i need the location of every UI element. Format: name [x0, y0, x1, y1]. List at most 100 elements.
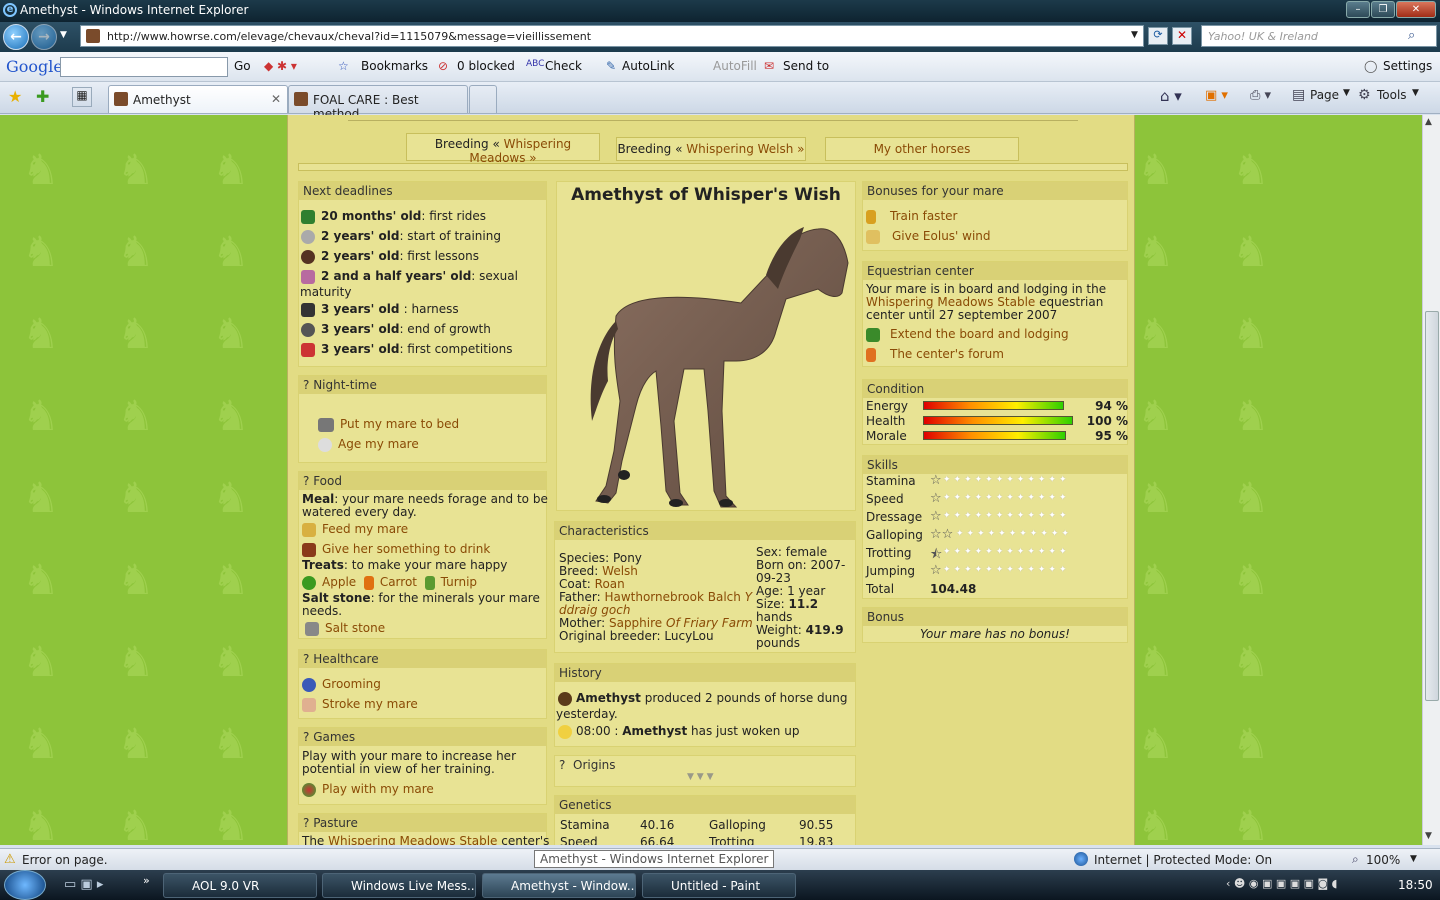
equestrian-text-2: Whispering Meadows Stable equestrian [866, 295, 1104, 309]
send-to-button[interactable]: Send to [783, 59, 829, 73]
tab-amethyst[interactable]: Amethyst ✕ [108, 85, 288, 113]
search-input[interactable]: Yahoo! UK & Ireland ⌕ [1201, 25, 1437, 47]
forum-link[interactable]: The center's forum [866, 347, 1004, 362]
train-faster-link[interactable]: Train faster [866, 209, 957, 224]
quicklaunch-expand-icon[interactable]: » [143, 874, 150, 887]
web-page: ♞ ♞ ♞ ♞ ♞ ♞ ♞ ♞ ♞ ♞ ♞ ♞ ♞ ♞ ♞ ♞ ♞ ♞ ♞ ♞ ♞ ♞ ♞ ♞ ♞ ♞ ♞ ♞ ♞ ♞ ♞ ♞ ♞ ♞ ♞ ♞ ♞ ♞ ♞ ♞… [0, 115, 1422, 845]
scroll-down-icon[interactable]: ▼ [1425, 831, 1432, 841]
autolink-button[interactable]: AutoLink [622, 59, 674, 73]
play-link[interactable]: Play with my mare [302, 782, 434, 797]
minimize-button[interactable]: – [1346, 1, 1370, 18]
expand-chevron-icon[interactable]: ▼ ▼ ▼ [687, 772, 714, 782]
security-zone[interactable]: Internet | Protected Mode: On [1094, 853, 1272, 867]
tab-breeding-whispering-welsh[interactable]: Breeding « Whispering Welsh » [616, 137, 806, 161]
feed-mare-link[interactable]: Feed my mare [302, 522, 408, 537]
settings-button[interactable]: Settings [1383, 59, 1432, 73]
background-horse-icon: ♞ [117, 719, 155, 768]
tab-close-icon[interactable]: ✕ [271, 92, 281, 106]
tab-breeding-whispering-meadows[interactable]: Breeding « Whispering Meadows » [406, 133, 600, 165]
background-horse-icon: ♞ [117, 309, 155, 358]
close-window-button[interactable]: ✕ [1396, 1, 1436, 18]
autofill-button[interactable]: AutoFill [713, 59, 757, 73]
origins-box[interactable]: ? Origins ▼ ▼ ▼ [554, 755, 856, 787]
scroll-up-icon[interactable]: ▲ [1425, 117, 1432, 127]
vertical-scrollbar[interactable]: ▲ ▼ [1422, 115, 1440, 845]
tab-foal-care[interactable]: FOAL CARE : Best method ... [288, 85, 468, 121]
taskbar-item-messenger[interactable]: Windows Live Mess... [322, 873, 476, 898]
add-favorites-icon[interactable]: ✚ [36, 87, 49, 106]
coat-link[interactable]: Roan [595, 577, 625, 591]
age-mare-link[interactable]: Age my mare [318, 437, 419, 452]
background-horse-icon: ♞ [1232, 637, 1270, 686]
background-horse-icon: ♞ [1137, 555, 1175, 604]
popup-blocked-button[interactable]: 0 blocked [457, 59, 515, 73]
deadline-item: 2 years' old: first lessons [301, 249, 479, 264]
put-to-bed-link[interactable]: Put my mare to bed [318, 417, 459, 432]
born-value-2: 09-23 [756, 571, 791, 585]
zoom-chevron-icon[interactable]: ▼ [1410, 854, 1417, 864]
equestrian-stable-link[interactable]: Whispering Meadows Stable [866, 295, 1035, 309]
deadline-item: 20 months' old: first rides [301, 209, 486, 224]
apple-link[interactable]: Apple [322, 575, 356, 589]
stop-icon[interactable]: ✕ [1172, 27, 1192, 45]
bookmarks-button[interactable]: Bookmarks [361, 59, 428, 73]
background-horse-icon: ♞ [22, 309, 60, 358]
tab-my-other-horses[interactable]: My other horses [825, 137, 1019, 161]
check-button[interactable]: Check [545, 59, 582, 73]
grooming-link[interactable]: Grooming [302, 677, 381, 692]
skill-stars: ☆ [930, 563, 942, 578]
genetics-label: Galloping [709, 818, 766, 832]
taskbar-item-paint[interactable]: Untitled - Paint [642, 873, 796, 898]
drink-link[interactable]: Give her something to drink [302, 542, 490, 557]
google-search-input[interactable] [60, 57, 228, 77]
page-menu-button[interactable]: Page [1310, 88, 1339, 102]
print-icon[interactable]: ⎙ ▾ [1250, 88, 1271, 103]
father-link[interactable]: Hawthornebrook Balch [604, 590, 740, 604]
breed-link[interactable]: Welsh [602, 564, 638, 578]
new-tab-button[interactable] [469, 85, 497, 113]
quicklaunch-icons[interactable]: ▭ ▣ ▸ [64, 877, 103, 892]
address-bar[interactable]: http://www.howrse.com/elevage/chevaux/ch… [80, 25, 1144, 47]
recent-pages-dropdown[interactable]: ▼ [60, 30, 67, 40]
refresh-icon[interactable]: ⟳ [1148, 27, 1168, 45]
nav-divider [298, 163, 1128, 171]
salt-stone-icon [305, 621, 319, 636]
background-horse-icon: ♞ [1137, 473, 1175, 522]
content-area: Breeding « Whispering Meadows » Breeding… [287, 115, 1135, 845]
scroll-thumb[interactable] [1425, 311, 1439, 701]
start-button[interactable] [4, 870, 46, 900]
zoom-level[interactable]: 100% [1366, 853, 1400, 867]
background-horse-icon: ♞ [22, 391, 60, 440]
tools-menu-button[interactable]: Tools [1377, 88, 1407, 102]
eolus-link[interactable]: Give Eolus' wind [866, 229, 991, 244]
warning-icon[interactable]: ⚠ [4, 852, 16, 867]
characteristics-title: Characteristics [555, 522, 855, 540]
forward-button[interactable]: → [31, 24, 57, 50]
go-button[interactable]: Go [234, 59, 251, 73]
taskbar-item-amethyst[interactable]: Amethyst - Window... [482, 873, 636, 898]
age-row: Age: 1 year [756, 584, 826, 598]
background-horse-icon: ♞ [212, 801, 250, 845]
feeds-icon[interactable]: ▣ ▾ [1205, 88, 1228, 103]
quick-tabs-icon[interactable]: ▦ [72, 87, 92, 107]
tray-icons[interactable]: ‹ ☻ ◉ ▣ ▣ ▣ ▣ ◙ ◖ [1226, 877, 1337, 890]
mother-link[interactable]: Sapphire [609, 616, 662, 630]
tools-menu-chevron-icon: ▼ [1412, 88, 1419, 98]
pasture-stable-link[interactable]: Whispering Meadows Stable [328, 834, 497, 845]
favorites-star-icon[interactable]: ★ [8, 87, 22, 106]
carrot-link[interactable]: Carrot [380, 575, 417, 589]
ribbon-icon [301, 342, 315, 357]
error-status[interactable]: Error on page. [22, 853, 108, 867]
extend-lodging-link[interactable]: Extend the board and lodging [866, 327, 1069, 342]
search-icon[interactable]: ⌕ [1408, 28, 1415, 43]
toolbar-tools-icon[interactable]: ◆ ✱ ▾ [264, 59, 297, 73]
home-icon[interactable]: ⌂ ▾ [1160, 87, 1182, 105]
tree-icon [301, 209, 315, 224]
url-dropdown-icon[interactable]: ▼ [1131, 30, 1138, 40]
stroke-link[interactable]: Stroke my mare [302, 697, 418, 712]
taskbar-item-aol[interactable]: AOL 9.0 VR [163, 873, 317, 898]
salt-stone-link[interactable]: Salt stone [305, 621, 385, 636]
back-button[interactable]: ← [3, 24, 29, 50]
maximize-button[interactable]: ❐ [1371, 1, 1395, 18]
turnip-link[interactable]: Turnip [441, 575, 477, 589]
